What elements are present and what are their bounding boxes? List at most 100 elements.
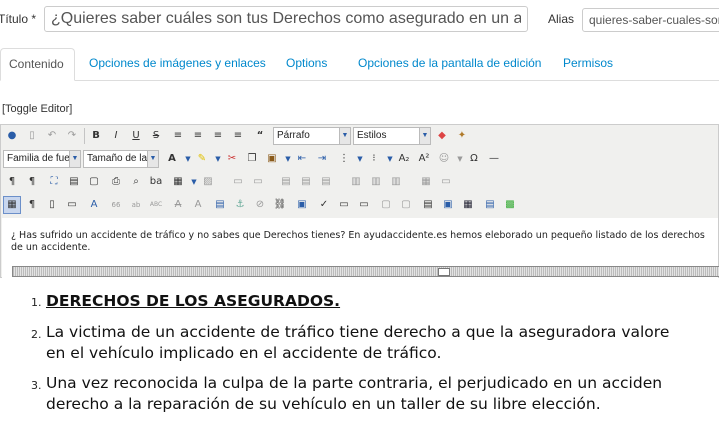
cleanup-broom-icon[interactable]: ✦: [453, 127, 471, 145]
tab-edit-screen-options[interactable]: Opciones de la pantalla de edición: [358, 48, 541, 79]
bold-icon[interactable]: B: [87, 127, 105, 145]
horizontal-rule-icon[interactable]: —: [485, 150, 503, 168]
alias-label: Alias: [548, 12, 575, 26]
image-icon[interactable]: ▣: [293, 196, 311, 214]
redo-icon[interactable]: ↷: [63, 127, 81, 145]
abbr-icon[interactable]: ab: [127, 196, 145, 214]
font-family-select[interactable]: Familia de fuer ▼: [3, 150, 81, 168]
link-icon[interactable]: ⛓: [271, 196, 289, 214]
italic-icon[interactable]: I: [107, 127, 125, 145]
preview-icon[interactable]: ▤: [65, 173, 83, 191]
fullscreen-icon[interactable]: ⛶: [45, 173, 63, 191]
table-merge-icon[interactable]: ▭: [437, 173, 455, 191]
chevron-down-icon: ▼: [339, 128, 350, 144]
toggle-editor-link[interactable]: [Toggle Editor]: [2, 103, 72, 115]
table-row-after-icon[interactable]: ▤: [297, 173, 315, 191]
anchor-icon[interactable]: ⚓: [231, 196, 249, 214]
tab-options[interactable]: Options: [286, 48, 327, 79]
replace-icon[interactable]: ba: [147, 173, 165, 191]
subscript-icon[interactable]: A₂: [395, 150, 413, 168]
outdent-icon[interactable]: ⇤: [293, 150, 311, 168]
visual-aid-icon[interactable]: ▦: [3, 196, 21, 214]
delete-text-icon[interactable]: A: [169, 196, 187, 214]
rich-text-editor: ● ▯ ↶ ↷ B I U S ≡ ≡ ≡ ≡ “ Párrafo ▼ Estil…: [0, 124, 719, 278]
table-col-after-icon[interactable]: ▥: [367, 173, 385, 191]
list-item-heading: DERECHOS DE LOS ASEGURADOS.: [46, 292, 341, 310]
table-delete-col-icon[interactable]: ▥: [387, 173, 405, 191]
ltr-icon[interactable]: ¶: [3, 173, 21, 191]
rtl-icon[interactable]: ¶: [23, 173, 41, 191]
non-breaking-icon[interactable]: ▭: [63, 196, 81, 214]
toolbar-row-1: ● ▯ ↶ ↷ B I U S ≡ ≡ ≡ ≡ “ Párrafo ▼ Estil…: [1, 125, 719, 147]
unlink-icon[interactable]: ⊘: [251, 196, 269, 214]
toolbar-row-4: ▦ ¶ ▯ ▭ A 66 ab ABC A A ▤ ⚓ ⊘ ⛓ ▣ ✓ ▭ ▭ …: [1, 194, 719, 216]
list-item-line: Una vez reconocida la culpa de la parte …: [46, 374, 663, 392]
toolbar-row-3: ¶ ¶ ⛶ ▤ ▢ ⎙ ⌕ ba ▦ ▼ ▨ ▭ ▭ ▤ ▤ ▤ ▥ ▥ ▥ ▦…: [1, 171, 719, 193]
remove-format-icon[interactable]: ▨: [199, 173, 217, 191]
format-select[interactable]: Párrafo ▼: [273, 127, 351, 145]
title-label: Título *: [0, 12, 37, 26]
align-right-icon[interactable]: ≡: [229, 127, 247, 145]
strikethrough-icon[interactable]: S: [147, 127, 165, 145]
readmore-button-icon[interactable]: ▤: [481, 196, 499, 214]
list-number: 3.: [31, 379, 42, 392]
chevron-down-icon: ▼: [69, 151, 80, 167]
pagebreak-icon[interactable]: ▦: [459, 196, 477, 214]
help-icon[interactable]: ●: [3, 127, 21, 145]
template-icon[interactable]: ▢: [85, 173, 103, 191]
image-insert-icon[interactable]: ▣: [439, 196, 457, 214]
align-left-icon[interactable]: ≡: [209, 127, 227, 145]
tab-contenido[interactable]: Contenido: [0, 48, 75, 81]
style-props-icon[interactable]: A: [85, 196, 103, 214]
table-delete-row-icon[interactable]: ▤: [317, 173, 335, 191]
eraser-icon[interactable]: ◆: [433, 127, 451, 145]
layer-icon[interactable]: ▭: [229, 173, 247, 191]
chevron-down-icon: ▼: [419, 128, 430, 144]
insert-table-icon[interactable]: ▭: [335, 196, 353, 214]
undo-icon[interactable]: ↶: [43, 127, 61, 145]
readmore-icon[interactable]: ▭: [355, 196, 373, 214]
cut-icon[interactable]: ✂: [223, 150, 241, 168]
intro-paragraph-line-1: ¿ Has sufrido un accidente de tráfico y …: [11, 230, 705, 241]
new-document-icon[interactable]: ▯: [23, 127, 41, 145]
tab-permissions[interactable]: Permisos: [563, 48, 613, 79]
cite-icon[interactable]: 66: [107, 196, 125, 214]
superscript-icon[interactable]: A²: [415, 150, 433, 168]
tab-bar: Contenido Opciones de imágenes y enlaces…: [0, 48, 719, 81]
table-row-before-icon[interactable]: ▤: [277, 173, 295, 191]
chevron-down-icon: ▼: [147, 151, 158, 167]
visual-chars-icon[interactable]: ▯: [43, 196, 61, 214]
alias-input[interactable]: [582, 8, 719, 32]
extension-icon[interactable]: ▩: [501, 196, 519, 214]
intro-paragraph-line-2: de un accidente.: [11, 242, 91, 253]
copy-icon[interactable]: ❐: [243, 150, 261, 168]
table-col-before-icon[interactable]: ▥: [347, 173, 365, 191]
insert-text-icon[interactable]: A: [189, 196, 207, 214]
styles-select[interactable]: Estilos ▼: [353, 127, 431, 145]
table-split-icon[interactable]: ▦: [417, 173, 435, 191]
omega-icon[interactable]: Ω: [465, 150, 483, 168]
cell-props-icon[interactable]: ▢: [377, 196, 395, 214]
underline-icon[interactable]: U: [127, 127, 145, 145]
row-props-icon[interactable]: ▢: [397, 196, 415, 214]
page-break-icon: [438, 268, 450, 276]
layer-back-icon[interactable]: ▭: [249, 173, 267, 191]
list-item-line: La victima de un accidente de tráfico ti…: [46, 323, 670, 341]
list-number: 1.: [31, 296, 42, 309]
article-icon[interactable]: ▤: [419, 196, 437, 214]
show-blocks-icon[interactable]: ¶: [23, 196, 41, 214]
align-center-icon[interactable]: ≡: [189, 127, 207, 145]
spellcheck-icon[interactable]: ✓: [315, 196, 333, 214]
attributes-icon[interactable]: ▤: [211, 196, 229, 214]
tab-images-links[interactable]: Opciones de imágenes y enlaces: [89, 48, 266, 79]
find-icon[interactable]: ⌕: [127, 173, 145, 191]
font-size-select[interactable]: Tamaño de la f ▼: [83, 150, 159, 168]
page-break-marker: [12, 266, 719, 277]
align-justify-icon[interactable]: ≡: [169, 127, 187, 145]
print-icon[interactable]: ⎙: [107, 173, 125, 191]
blockquote-icon[interactable]: “: [251, 127, 269, 145]
indent-icon[interactable]: ⇥: [313, 150, 331, 168]
title-input[interactable]: [44, 6, 528, 32]
list-item-line: derecho a la reparación de su vehículo e…: [46, 395, 601, 413]
acronym-icon[interactable]: ABC: [147, 196, 165, 214]
